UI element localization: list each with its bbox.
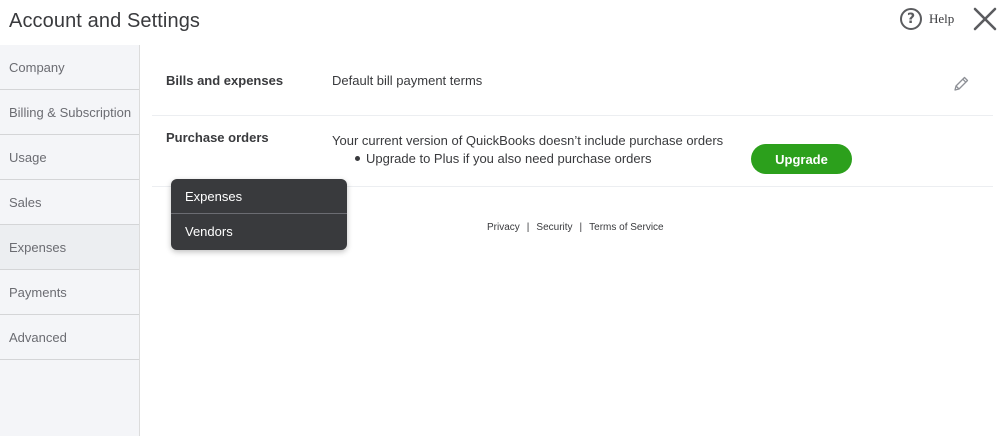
- sidebar-item-usage[interactable]: Usage: [0, 135, 139, 180]
- menu-item-expenses[interactable]: Expenses: [171, 179, 347, 214]
- sidebar-item-payments[interactable]: Payments: [0, 270, 139, 315]
- purchase-orders-message: Your current version of QuickBooks doesn…: [332, 133, 724, 148]
- sidebar-item-sales[interactable]: Sales: [0, 180, 139, 225]
- footer-links: Privacy | Security | Terms of Service: [487, 222, 664, 233]
- dropdown-menu: Expenses Vendors: [171, 179, 347, 250]
- footer-separator: |: [579, 222, 583, 233]
- sidebar-item-company[interactable]: Company: [0, 45, 139, 90]
- bullet-dot: [355, 156, 360, 161]
- upgrade-bullet-text: Upgrade to Plus if you also need purchas…: [366, 151, 652, 166]
- header: Account and Settings ? Help: [0, 0, 999, 44]
- footer-separator: |: [526, 222, 530, 233]
- sidebar-item-expenses[interactable]: Expenses: [0, 225, 139, 270]
- default-bill-payment-terms-label: Default bill payment terms: [332, 73, 483, 88]
- bills-and-expenses-section[interactable]: Bills and expenses Default bill payment …: [152, 45, 993, 116]
- upgrade-button[interactable]: Upgrade: [751, 144, 852, 174]
- menu-item-vendors[interactable]: Vendors: [171, 214, 347, 249]
- privacy-link[interactable]: Privacy: [487, 222, 520, 233]
- sidebar-item-advanced[interactable]: Advanced: [0, 315, 139, 360]
- pencil-icon[interactable]: [952, 75, 970, 93]
- help-label: Help: [929, 11, 955, 26]
- help-icon: ?: [900, 8, 922, 30]
- sidebar: Company Billing & Subscription Usage Sal…: [0, 45, 140, 436]
- help-button[interactable]: ? Help: [900, 8, 954, 30]
- close-icon[interactable]: [972, 6, 998, 32]
- purchase-orders-label: Purchase orders: [166, 130, 269, 145]
- page-title: Account and Settings: [9, 10, 201, 32]
- bills-section-label: Bills and expenses: [166, 73, 284, 88]
- terms-of-service-link[interactable]: Terms of Service: [589, 222, 663, 233]
- upgrade-bullet: Upgrade to Plus if you also need purchas…: [355, 151, 651, 166]
- security-link[interactable]: Security: [536, 222, 572, 233]
- sidebar-item-billing-subscription[interactable]: Billing & Subscription: [0, 90, 139, 135]
